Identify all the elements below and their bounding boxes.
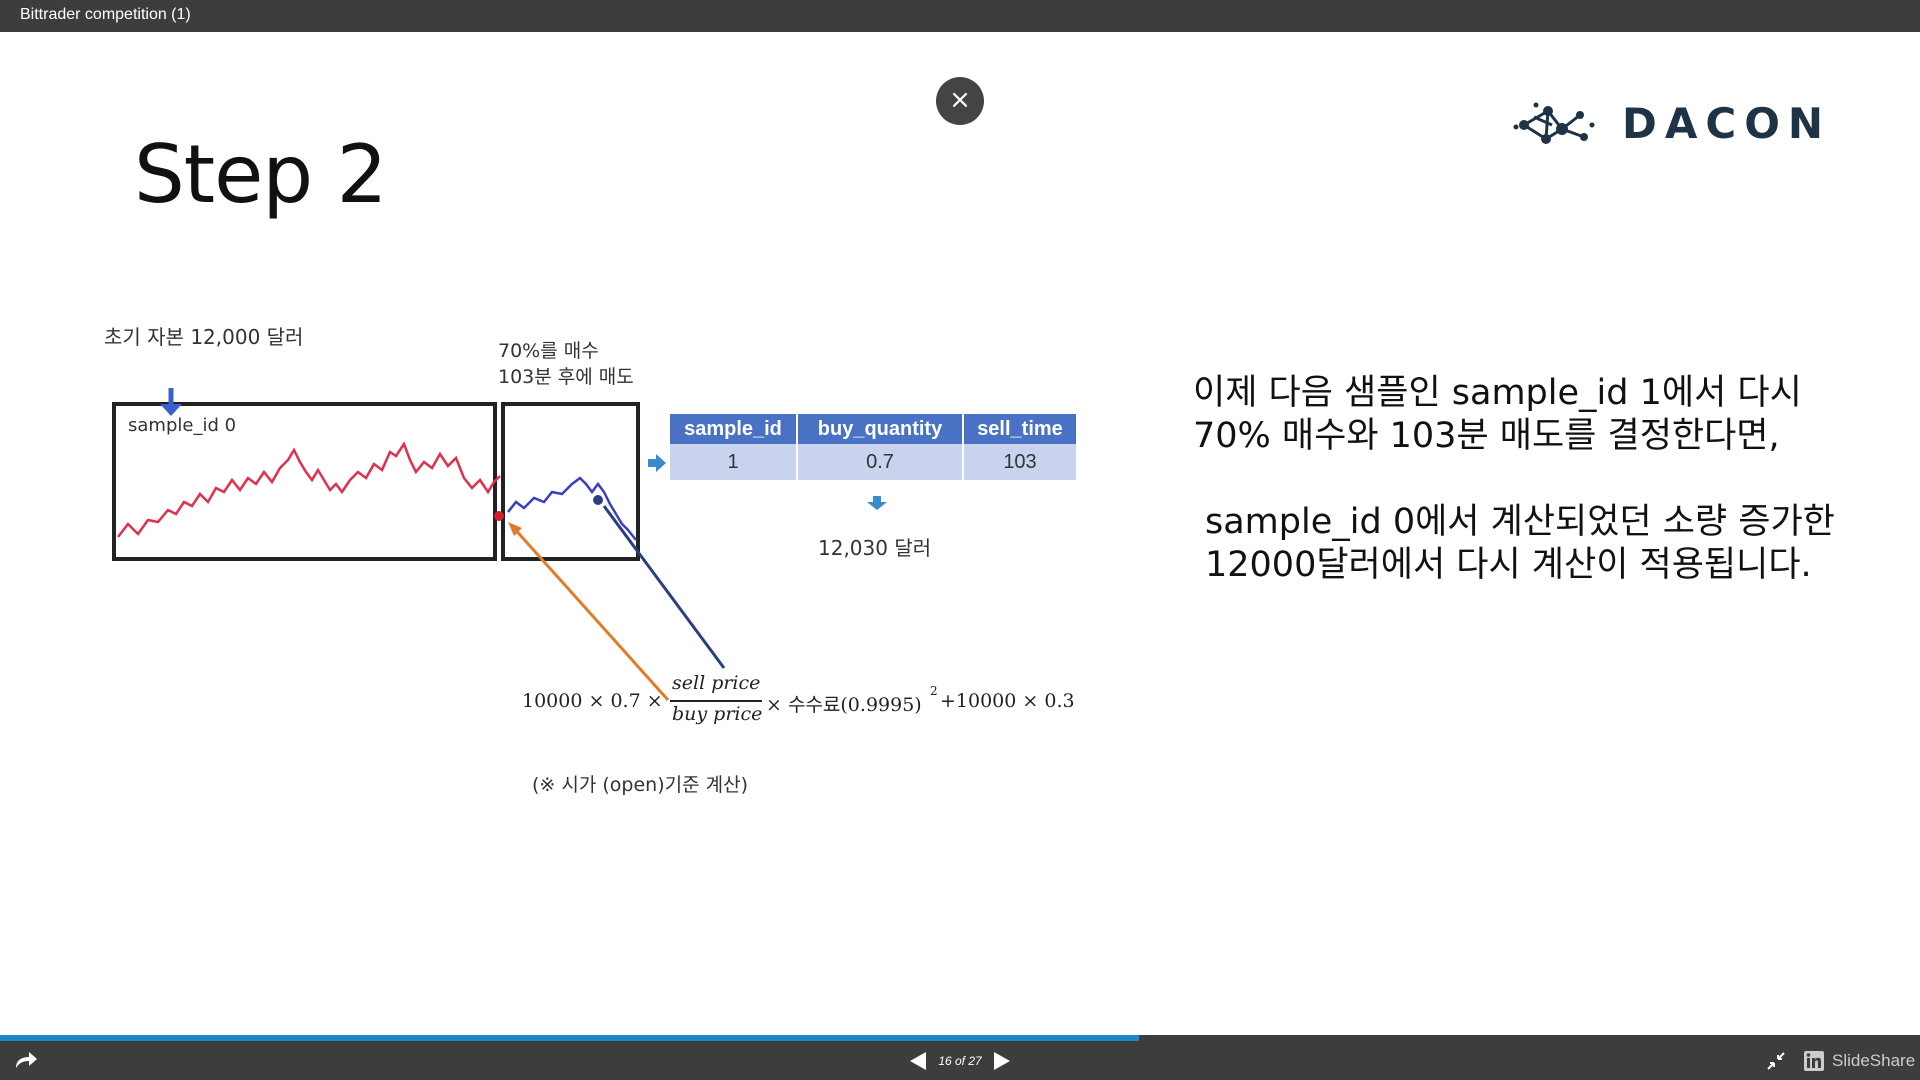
fraction-bar [670, 700, 762, 702]
price-line-blue [507, 476, 637, 541]
table-header: buy_quantity [797, 414, 964, 444]
return-formula: 10000 × 0.7 × sell price buy price × 수수료… [522, 672, 1082, 732]
page-indicator: 16 of 27 [938, 1054, 982, 1068]
explanation-paragraph-1: 이제 다음 샘플인 sample_id 1에서 다시 70% 매수와 103분 … [1193, 373, 1802, 456]
table-cell: 1 [670, 444, 798, 480]
trade-window-box [501, 402, 640, 561]
arrow-right-icon[interactable] [994, 1052, 1010, 1070]
next-slide-button[interactable] [992, 1050, 1012, 1072]
linkedin-icon [1804, 1051, 1824, 1071]
sell-point-marker [593, 495, 603, 505]
formula-part1: 10000 × 0.7 × [522, 690, 663, 712]
initial-capital-label: 초기 자본 12,000 달러 [104, 325, 304, 349]
formula-numerator: sell price [672, 672, 761, 694]
slide-navigation: 16 of 27 [908, 1048, 1012, 1074]
result-value: 12,030 달러 [818, 536, 932, 560]
table-header: sell_time [963, 414, 1078, 444]
buy-note-line2: 103분 후에 매도 [498, 366, 634, 388]
dacon-logo: DACON [1512, 97, 1832, 153]
window-title: Bittrader competition (1) [20, 6, 191, 23]
formula-exponent: 2 [930, 684, 938, 698]
price-line-red [117, 441, 501, 538]
share-icon[interactable] [12, 1048, 40, 1072]
explanation-paragraph-2: sample_id 0에서 계산되었던 소량 증가한 12000달러에서 다시 … [1205, 502, 1835, 585]
slide: × DACON Step 2 초기 자본 12,000 달러 sample_id… [0, 32, 1920, 1035]
navy-pointer-line [602, 505, 726, 669]
footnote: (※ 시가 (open)기준 계산) [532, 774, 748, 796]
right-arrow-icon [656, 454, 666, 472]
sample-box-label: sample_id 0 [128, 415, 237, 436]
exit-fullscreen-icon[interactable] [1766, 1051, 1786, 1071]
table-cell: 0.7 [797, 444, 964, 480]
buy-note-line1: 70%를 매수 [498, 340, 599, 362]
title-bar: Bittrader competition (1) [0, 0, 1920, 32]
previous-slide-button[interactable] [908, 1050, 928, 1072]
result-arrow-icon [867, 502, 887, 510]
player-controls: 16 of 27 SlideShare [0, 1041, 1920, 1080]
buy-point-marker [494, 511, 504, 521]
table-cell: 103 [963, 444, 1078, 480]
formula-part3: +10000 × 0.3 [940, 690, 1075, 712]
table-row: 1 0.7 103 [670, 444, 1078, 480]
trade-table: sample_id buy_quantity sell_time 1 0.7 1… [670, 414, 1078, 480]
explanation-text: 이제 다음 샘플인 sample_id 1에서 다시 70% 매수와 103분 … [1193, 372, 1853, 587]
formula-denominator: buy price [672, 703, 763, 725]
arrow-left-icon[interactable] [910, 1052, 926, 1070]
formula-part2: × 수수료(0.9995) [766, 694, 922, 716]
network-icon [1513, 102, 1595, 144]
brand-label: SlideShare [1832, 1051, 1916, 1070]
table-header: sample_id [670, 414, 798, 444]
logo-text: DACON [1622, 99, 1832, 148]
